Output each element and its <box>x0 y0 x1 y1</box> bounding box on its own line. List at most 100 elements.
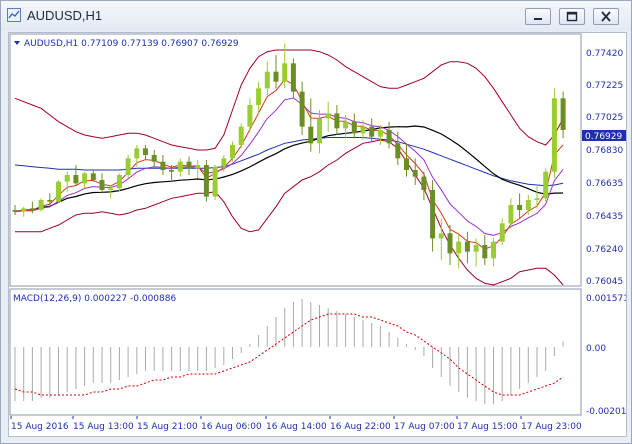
window-title: AUDUSD,H1 <box>27 8 103 23</box>
price-label: 0.77225 <box>586 81 623 91</box>
candle <box>56 180 61 204</box>
candle-body <box>421 176 427 190</box>
candle-body <box>386 130 392 144</box>
candle-body <box>203 165 209 197</box>
candle-body <box>212 166 218 197</box>
price-label: 0.76830 <box>586 146 623 156</box>
candle-body <box>491 241 496 259</box>
candle-body <box>464 241 470 252</box>
candle <box>38 198 44 212</box>
candle-body <box>64 175 70 182</box>
price-label: 0.77420 <box>586 49 623 59</box>
candle <box>195 160 201 179</box>
close-icon <box>601 11 611 22</box>
candle <box>308 98 314 152</box>
candle-body <box>47 200 53 202</box>
candle-body <box>177 161 183 172</box>
candle <box>203 160 209 202</box>
bollinger-upper-line <box>14 49 564 151</box>
candle-body <box>143 148 148 155</box>
close-button[interactable] <box>593 8 619 25</box>
candle <box>99 173 105 194</box>
time-label: 16 Aug 06:00 <box>201 422 262 432</box>
price-chart-canvas[interactable]: AUDUSD,H1 0.77109 0.77139 0.76907 0.7692… <box>9 33 632 436</box>
time-label: 15 Aug 13:00 <box>73 422 134 432</box>
candle <box>551 88 557 179</box>
candle-body <box>38 200 44 210</box>
candle <box>151 150 157 169</box>
price-label: 0.76045 <box>586 277 623 287</box>
candle <box>447 225 453 265</box>
candle <box>386 121 392 149</box>
restore-icon <box>566 11 578 22</box>
candle-body <box>247 105 253 127</box>
candle-body <box>447 233 453 254</box>
candle <box>456 235 462 269</box>
candle-body <box>456 241 462 254</box>
candle <box>273 55 279 89</box>
candle <box>560 91 566 139</box>
minimize-button[interactable] <box>525 8 551 25</box>
candle-body <box>273 71 279 82</box>
candle <box>29 201 35 214</box>
candle <box>543 168 549 202</box>
time-label: 15 Aug 2016 <box>11 422 69 432</box>
candle-body <box>73 175 79 184</box>
chart-area[interactable]: AUDUSD,H1 0.77109 0.77139 0.76907 0.7692… <box>8 32 632 437</box>
candle-body <box>21 208 27 212</box>
candle-body <box>525 200 531 210</box>
candle <box>290 58 296 99</box>
candle-body <box>534 198 540 200</box>
candle <box>508 198 514 229</box>
title-bar[interactable]: AUDUSD,H1 <box>1 1 631 31</box>
candle-body <box>351 121 357 134</box>
collapse-triangle-icon[interactable] <box>14 41 20 45</box>
candle-body <box>499 223 505 242</box>
candle <box>82 171 88 189</box>
candle-body <box>430 190 436 239</box>
minimize-icon <box>534 18 542 20</box>
candle-body <box>334 113 340 129</box>
candle-body <box>412 170 418 177</box>
candle <box>351 113 357 139</box>
chart-window-icon <box>7 8 21 22</box>
candle-body <box>99 180 105 190</box>
candle <box>47 193 53 205</box>
candle <box>12 205 18 215</box>
chart-window: AUDUSD,H1 AUDUSD,H1 0.77109 0.77139 0.76… <box>0 0 632 444</box>
candle <box>143 145 148 160</box>
candle-body <box>256 88 262 105</box>
candle <box>491 238 496 267</box>
candle <box>430 180 436 252</box>
candle-body <box>308 126 314 144</box>
candle <box>404 143 409 177</box>
candle-body <box>282 63 288 82</box>
candle-body <box>12 210 18 212</box>
candle-body <box>230 145 235 159</box>
candle-body <box>82 173 88 184</box>
candle-body <box>377 130 383 137</box>
candle <box>186 156 192 175</box>
candle <box>134 145 140 167</box>
candle-body <box>134 148 140 159</box>
macd-label: -0.002014 <box>586 407 626 417</box>
moving-average-black-line <box>14 125 564 213</box>
candle-body <box>290 63 296 92</box>
candle <box>90 170 96 182</box>
candle-body <box>473 245 479 252</box>
candle-body <box>543 171 549 199</box>
candle <box>238 123 244 149</box>
candle-body <box>264 71 270 89</box>
macd-label: 0.001571 <box>586 294 626 304</box>
restore-button[interactable] <box>559 8 585 25</box>
moving-average-blue-line <box>14 137 564 187</box>
candle <box>169 165 175 182</box>
price-label: 0.76240 <box>586 245 623 255</box>
candle <box>421 171 427 200</box>
candle-body <box>343 121 349 129</box>
candle-body <box>404 158 409 170</box>
price-label: 0.76635 <box>586 179 623 189</box>
candle-body <box>90 173 96 180</box>
candle <box>517 193 523 219</box>
candle-body <box>195 165 201 169</box>
